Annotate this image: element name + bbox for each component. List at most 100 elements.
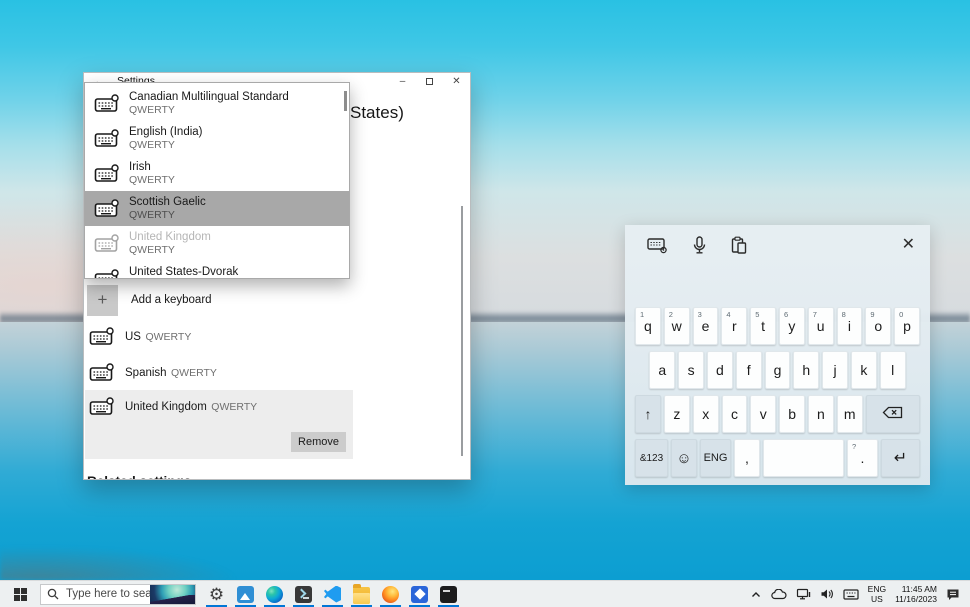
app-icon xyxy=(266,586,283,603)
taskbar-app-button[interactable] xyxy=(376,581,405,607)
key[interactable]: n xyxy=(808,395,834,433)
language-key[interactable]: ENG xyxy=(700,439,731,477)
emoji-key[interactable]: ☺ xyxy=(671,439,697,477)
key-letter: j xyxy=(834,362,837,378)
key[interactable]: v xyxy=(750,395,776,433)
key-letter: f xyxy=(747,362,751,378)
maximize-icon xyxy=(426,78,433,85)
close-button[interactable]: ✕ xyxy=(443,73,470,89)
keyboard-close-button[interactable]: ✕ xyxy=(902,234,915,254)
dropdown-item-layout: QWERTY xyxy=(129,209,206,221)
dropdown-item-name: English (India) xyxy=(129,126,203,139)
key[interactable]: 1 q xyxy=(635,307,661,345)
volume-icon[interactable] xyxy=(820,588,834,600)
window-scrollbar[interactable] xyxy=(461,206,464,456)
key-row-4: &123 ☺ ENG , ? . ↵ xyxy=(635,439,920,477)
question-hint: ? xyxy=(852,442,856,451)
key-letter: l xyxy=(891,362,894,378)
key[interactable]: a xyxy=(649,351,675,389)
key[interactable]: l xyxy=(880,351,906,389)
start-button[interactable] xyxy=(0,581,40,607)
action-center-icon[interactable] xyxy=(946,588,960,601)
enter-key[interactable]: ↵ xyxy=(881,439,920,477)
language-indicator[interactable]: ENG US xyxy=(868,584,886,604)
keyboard-list-item-selected[interactable]: United Kingdom QWERTY Remove xyxy=(85,390,353,459)
shift-key[interactable]: ↑ xyxy=(635,395,661,433)
clock[interactable]: 11:45 AM 11/16/2023 xyxy=(895,584,937,604)
onedrive-cloud-icon[interactable] xyxy=(771,589,787,600)
key[interactable]: b xyxy=(779,395,805,433)
key-letter: c xyxy=(731,406,738,422)
keyboard-layout: QWERTY xyxy=(171,367,217,379)
key[interactable]: 4 r xyxy=(721,307,747,345)
keyboard-list-item[interactable]: US QWERTY xyxy=(85,318,353,354)
keyboard-settings-icon[interactable] xyxy=(647,237,668,254)
taskbar-app-button[interactable] xyxy=(318,581,347,607)
dropdown-item[interactable]: United Kingdom QWERTY xyxy=(85,226,349,261)
keyboard-icon xyxy=(94,199,120,218)
page-heading-partial: States) xyxy=(350,103,404,123)
key[interactable]: 6 y xyxy=(779,307,805,345)
space-key[interactable] xyxy=(763,439,844,477)
windows-logo-icon xyxy=(14,588,27,601)
key[interactable]: x xyxy=(693,395,719,433)
key[interactable]: s xyxy=(678,351,704,389)
key[interactable]: 2 w xyxy=(664,307,690,345)
search-input[interactable]: Type here to search xyxy=(40,584,196,605)
dropdown-item[interactable]: Canadian Multilingual Standard QWERTY xyxy=(85,86,349,121)
key[interactable]: c xyxy=(722,395,748,433)
key[interactable]: f xyxy=(736,351,762,389)
dropdown-item-name: Irish xyxy=(129,161,175,174)
touch-keyboard-tray-icon[interactable] xyxy=(843,589,859,600)
dropdown-scrollbar[interactable] xyxy=(344,91,347,111)
dropdown-item[interactable]: United States-Dvorak DVORAK xyxy=(85,261,349,279)
keyboard-icon xyxy=(94,129,120,148)
key-number-hint: 8 xyxy=(842,310,846,319)
key[interactable]: g xyxy=(765,351,791,389)
backspace-key[interactable] xyxy=(866,395,920,433)
keyboard-list-item[interactable]: Spanish QWERTY xyxy=(85,354,353,390)
period-key[interactable]: ? . xyxy=(847,439,878,477)
microphone-icon[interactable] xyxy=(693,236,706,255)
clipboard-icon[interactable] xyxy=(731,236,747,255)
minimize-button[interactable]: – xyxy=(389,73,416,89)
key[interactable]: 5 t xyxy=(750,307,776,345)
key[interactable]: z xyxy=(664,395,690,433)
taskbar-app-button[interactable]: ⚙ xyxy=(202,581,231,607)
key[interactable]: k xyxy=(851,351,877,389)
key[interactable]: m xyxy=(837,395,863,433)
key[interactable]: j xyxy=(822,351,848,389)
taskbar-app-button[interactable] xyxy=(289,581,318,607)
maximize-button[interactable] xyxy=(416,73,443,89)
key[interactable]: 9 o xyxy=(865,307,891,345)
add-keyboard-button[interactable]: + Add a keyboard xyxy=(85,282,353,318)
comma-key[interactable]: , xyxy=(734,439,760,477)
dropdown-item[interactable]: Irish QWERTY xyxy=(85,156,349,191)
dropdown-item[interactable]: Scottish Gaelic QWERTY xyxy=(85,191,349,226)
taskbar-app-button[interactable] xyxy=(347,581,376,607)
symbols-key[interactable]: &123 xyxy=(635,439,668,477)
taskbar-app-button[interactable] xyxy=(231,581,260,607)
key-letter: m xyxy=(844,406,856,422)
network-icon[interactable] xyxy=(796,588,811,600)
key[interactable]: d xyxy=(707,351,733,389)
keyboard-icon xyxy=(94,234,120,253)
taskbar-app-button[interactable] xyxy=(434,581,463,607)
show-hidden-icons-chevron[interactable] xyxy=(750,590,762,599)
key[interactable]: 0 p xyxy=(894,307,920,345)
remove-button[interactable]: Remove xyxy=(291,432,346,452)
key[interactable]: h xyxy=(793,351,819,389)
key-letter: x xyxy=(702,406,709,422)
key-number-hint: 5 xyxy=(755,310,759,319)
key[interactable]: 3 e xyxy=(693,307,719,345)
taskbar-app-button[interactable] xyxy=(260,581,289,607)
key[interactable]: 8 i xyxy=(837,307,863,345)
dropdown-item[interactable]: English (India) QWERTY xyxy=(85,121,349,156)
taskbar-app-button[interactable] xyxy=(405,581,434,607)
key[interactable]: 7 u xyxy=(808,307,834,345)
plus-icon: + xyxy=(87,285,118,316)
key-letter: o xyxy=(874,318,882,334)
search-highlight-image[interactable] xyxy=(150,585,195,604)
keyboard-layout: QWERTY xyxy=(211,401,257,413)
key-number-hint: 4 xyxy=(726,310,730,319)
